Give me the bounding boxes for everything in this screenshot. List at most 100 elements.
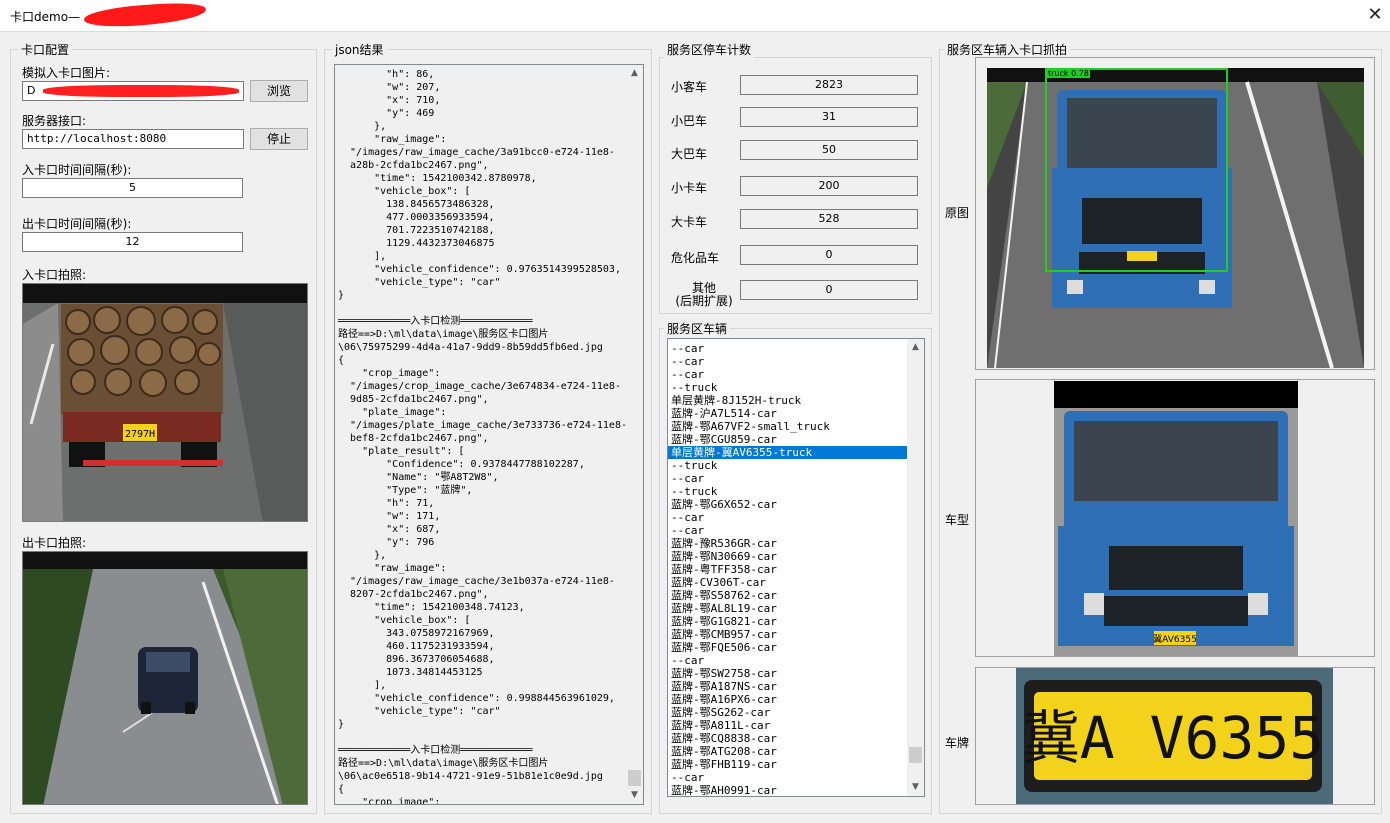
plate-crop-image: 冀A V6355 <box>1016 668 1333 804</box>
count-value: 200 <box>740 176 918 196</box>
vehicles-group-title: 服务区车辆 <box>664 320 731 337</box>
list-item[interactable]: 蓝牌-鄂AH0991-car <box>668 784 907 796</box>
plate-big-text: 冀A V6355 <box>1022 704 1324 772</box>
list-item[interactable]: 蓝牌-鄂G6X652-car <box>668 498 907 511</box>
count-label: 大卡车 <box>671 215 708 229</box>
list-item[interactable]: 蓝牌-鄂N30669-car <box>668 550 907 563</box>
list-item[interactable]: --car <box>668 342 907 355</box>
list-item[interactable]: --car <box>668 511 907 524</box>
orig-image-frame: truck 0.78 <box>975 57 1375 370</box>
list-item[interactable]: 蓝牌-鄂ATG208-car <box>668 745 907 758</box>
list-item[interactable]: 蓝牌-鄂CQ8838-car <box>668 732 907 745</box>
crop-plate-text: 冀AV6355 <box>1153 633 1197 645</box>
count-label: 大巴车 <box>671 147 708 161</box>
out-photo <box>22 551 308 805</box>
in-photo-label: 入卡口拍照: <box>22 268 87 282</box>
plate-label: 车牌 <box>945 736 970 750</box>
list-item[interactable]: --car <box>668 368 907 381</box>
counts-group-title: 服务区停车计数 <box>664 41 755 58</box>
in-photo: 2797H <box>22 283 308 522</box>
orig-truck-image: truck 0.78 <box>987 68 1364 368</box>
count-value: 50 <box>740 140 918 160</box>
redaction-mark <box>43 85 239 97</box>
vehicle-type-label: 车型 <box>945 513 970 527</box>
list-item[interactable]: 蓝牌-鄂SW2758-car <box>668 667 907 680</box>
scroll-up-icon[interactable]: ▲ <box>626 65 643 82</box>
vehicle-list[interactable]: --car --car --car --truck 单层黄牌-8J152H-truck 蓝… <box>667 338 925 797</box>
json-scrollbar[interactable]: ▲ ▼ <box>626 65 643 804</box>
browse-button[interactable]: 浏览 <box>250 80 308 102</box>
list-item[interactable]: --truck <box>668 459 907 472</box>
close-icon[interactable]: ✕ <box>1362 2 1388 28</box>
list-item[interactable]: 蓝牌-鄂FHB119-car <box>668 758 907 771</box>
out-interval-field[interactable]: 12 <box>22 232 243 252</box>
scroll-up-icon[interactable]: ▲ <box>907 339 924 356</box>
list-item[interactable]: 蓝牌-鄂A16PX6-car <box>668 693 907 706</box>
scroll-down-icon[interactable]: ▼ <box>907 779 924 796</box>
count-value: 0 <box>740 245 918 265</box>
detect-label: truck 0.78 <box>1048 69 1089 78</box>
list-item[interactable]: 蓝牌-鄂A187NS-car <box>668 680 907 693</box>
vehicle-type-frame: 冀AV6355 <box>975 379 1375 657</box>
image-path-field[interactable]: D <box>22 81 244 101</box>
list-item[interactable]: 单层黄牌-冀AV6355-truck <box>668 446 907 459</box>
list-item[interactable]: --car <box>668 524 907 537</box>
list-item[interactable]: --car <box>668 771 907 784</box>
count-value: 528 <box>740 209 918 229</box>
list-item[interactable]: --car <box>668 472 907 485</box>
window-title: 卡口demo— <box>10 10 81 24</box>
title-bar: 卡口demo— ✕ <box>0 0 1390 32</box>
count-label: 小卡车 <box>671 181 708 195</box>
count-value: 0 <box>740 280 918 300</box>
count-label: 危化品车 <box>671 251 720 265</box>
list-item[interactable]: 蓝牌-鄂FQE506-car <box>668 641 907 654</box>
in-interval-field[interactable]: 5 <box>22 178 243 198</box>
list-item[interactable]: 蓝牌-鄂AL8L19-car <box>668 602 907 615</box>
list-item[interactable]: 蓝牌-CV306T-car <box>668 576 907 589</box>
list-item[interactable]: 蓝牌-鄂CMB957-car <box>668 628 907 641</box>
orig-image-label: 原图 <box>945 206 970 220</box>
list-item[interactable]: --truck <box>668 485 907 498</box>
json-textarea[interactable]: "h": 86, "w": 207, "x": 710, "y": 469 },… <box>334 64 644 805</box>
list-item[interactable]: 蓝牌-粤TFF358-car <box>668 563 907 576</box>
plate-frame: 冀A V6355 <box>975 667 1375 805</box>
list-item[interactable]: 蓝牌-鄂S58762-car <box>668 589 907 602</box>
in-interval-label: 入卡口时间间隔(秒): <box>22 163 132 177</box>
server-url-field[interactable]: http://localhost:8080 <box>22 129 244 149</box>
count-label: 小巴车 <box>671 114 708 128</box>
list-item[interactable]: 蓝牌-豫R536GR-car <box>668 537 907 550</box>
count-value: 31 <box>740 107 918 127</box>
redaction-mark <box>83 0 207 30</box>
scroll-down-icon[interactable]: ▼ <box>626 787 643 804</box>
in-plate-text: 2797H <box>125 429 155 440</box>
scroll-thumb[interactable] <box>628 770 641 786</box>
list-item[interactable]: 蓝牌-鄂SG262-car <box>668 706 907 719</box>
config-group-title: 卡口配置 <box>18 41 73 58</box>
list-item[interactable]: 蓝牌-沪A7L514-car <box>668 407 907 420</box>
log-truck-image: 2797H <box>23 284 307 521</box>
list-item[interactable]: 蓝牌-鄂A67VF2-small_truck <box>668 420 907 433</box>
exit-road-image <box>23 552 307 804</box>
list-item[interactable]: --truck <box>668 381 907 394</box>
capture-group-title: 服务区车辆入卡口抓拍 <box>944 41 1071 58</box>
image-path-value: D <box>27 84 36 97</box>
other-label-sub: (后期扩展) <box>675 294 733 308</box>
json-group-title: json结果 <box>332 41 387 58</box>
list-item[interactable]: 蓝牌-鄂A811L-car <box>668 719 907 732</box>
cropped-truck-image: 冀AV6355 <box>1054 381 1298 656</box>
scroll-thumb[interactable] <box>909 747 922 763</box>
list-item[interactable]: 蓝牌-鄂G1G821-car <box>668 615 907 628</box>
server-label: 服务器接口: <box>22 114 87 128</box>
list-item[interactable]: --car <box>668 355 907 368</box>
out-interval-label: 出卡口时间间隔(秒): <box>22 217 132 231</box>
out-photo-label: 出卡口拍照: <box>22 536 87 550</box>
vehicle-scrollbar[interactable]: ▲ ▼ <box>907 339 924 796</box>
json-text: "h": 86, "w": 207, "x": 710, "y": 469 },… <box>338 69 627 805</box>
list-item[interactable]: 单层黄牌-8J152H-truck <box>668 394 907 407</box>
image-path-label: 模拟入卡口图片: <box>22 66 111 80</box>
count-value: 2823 <box>740 75 918 95</box>
count-label: 小客车 <box>671 80 708 94</box>
list-item[interactable]: --car <box>668 654 907 667</box>
stop-button[interactable]: 停止 <box>250 128 308 150</box>
list-item[interactable]: 蓝牌-鄂CGU859-car <box>668 433 907 446</box>
